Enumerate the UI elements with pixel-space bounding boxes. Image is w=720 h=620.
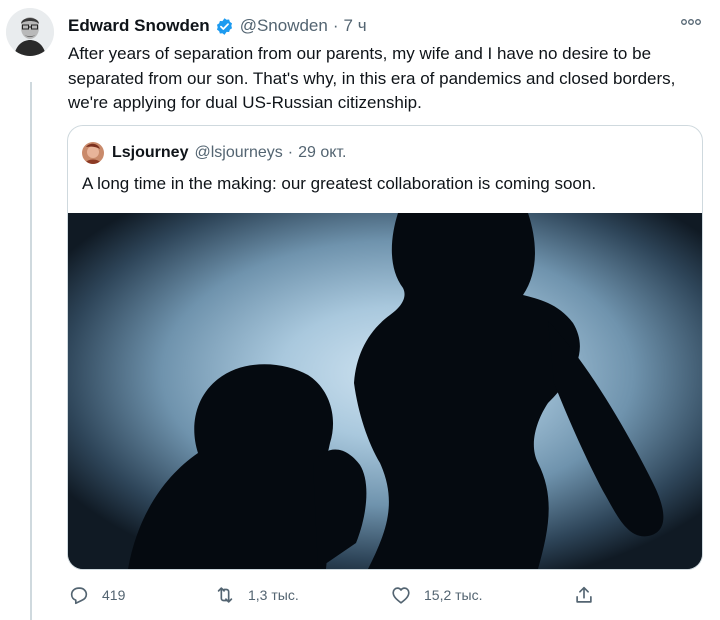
quoted-author-name[interactable]: Lsjourney [112, 144, 188, 162]
quoted-tweet-photo[interactable] [68, 213, 702, 569]
quoted-tweet-time[interactable]: 29 окт. [298, 144, 346, 162]
quoted-separator-dot: · [287, 144, 294, 161]
silhouette-photo-icon [68, 213, 702, 569]
reply-button[interactable]: 419 [68, 583, 125, 607]
reply-icon [70, 587, 88, 605]
quoted-tweet-text: A long time in the making: our greatest … [82, 174, 597, 193]
author-name[interactable]: Edward Snowden [68, 16, 210, 36]
separator-dot: · [332, 16, 339, 35]
thread-line [30, 82, 32, 620]
tweet-actions-bar: 419 1,3 тыс. 15,2 тыс. [68, 583, 608, 607]
tweet-text: After years of separation from our paren… [68, 44, 676, 112]
share-icon [576, 586, 592, 603]
verified-badge-icon [216, 17, 232, 35]
share-button[interactable] [573, 583, 595, 607]
quoted-author-avatar[interactable] [82, 142, 104, 164]
author-avatar[interactable] [6, 8, 54, 56]
author-handle[interactable]: @Snowden [240, 16, 328, 36]
like-count: 15,2 тыс. [424, 587, 483, 603]
retweet-count: 1,3 тыс. [248, 587, 299, 603]
quoted-author-handle[interactable]: @lsjourneys [194, 144, 282, 162]
retweet-icon [217, 587, 233, 603]
tweet-time[interactable]: 7 ч [344, 16, 367, 36]
more-options-icon[interactable] [680, 17, 702, 27]
heart-icon [392, 587, 410, 604]
quoted-tweet-card[interactable]: Lsjourney @lsjourneys · 29 окт. A long t… [67, 125, 703, 570]
reply-count: 419 [102, 587, 126, 603]
quoted-tweet-header: Lsjourney @lsjourneys · 29 окт. [82, 142, 346, 164]
like-button[interactable]: 15,2 тыс. [390, 583, 483, 607]
retweet-button[interactable]: 1,3 тыс. [214, 583, 299, 607]
tweet-header: Edward Snowden @Snowden · 7 ч [68, 14, 700, 38]
